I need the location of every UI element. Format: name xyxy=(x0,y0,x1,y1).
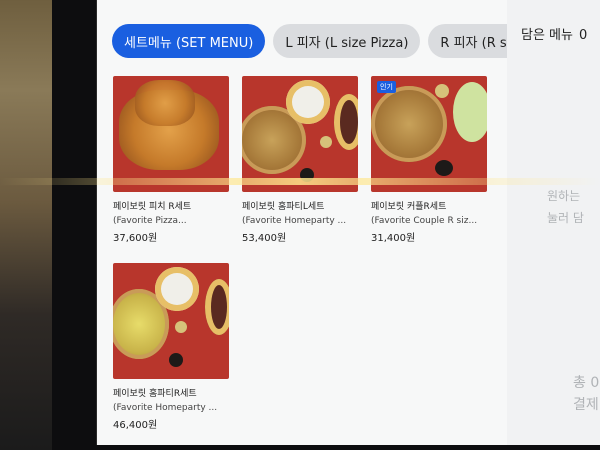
cart-count: 0 xyxy=(578,28,588,43)
bowl-graphic xyxy=(286,80,330,124)
menu-card[interactable]: 페이보릿 홈파티L세트 (Favorite Homeparty ... 53,4… xyxy=(242,76,358,246)
cart-empty-line: 눌러 담 xyxy=(547,211,584,225)
menu-item-price: 46,400원 xyxy=(113,420,158,431)
menu-item-price: 31,400원 xyxy=(371,233,416,244)
kiosk-screen: 세트메뉴 (SET MENU) L 피자 (L size Pizza) R 피자… xyxy=(97,0,600,445)
side-dish-graphic xyxy=(435,84,449,98)
cart-title: 담은 메뉴 0 xyxy=(521,24,587,43)
side-dish-graphic xyxy=(320,136,332,148)
popular-badge: 인기 xyxy=(377,81,396,93)
fried-chicken-graphic xyxy=(135,80,195,126)
cart-empty-message: 원하는 눌러 담 xyxy=(547,185,584,229)
pizza-graphic xyxy=(371,86,447,162)
cart-empty-line: 원하는 xyxy=(547,189,581,203)
ribs-graphic xyxy=(334,94,358,150)
menu-card[interactable]: 페이보릿 홈파티R세트 (Favorite Homeparty ... 46,4… xyxy=(113,263,229,433)
menu-item-subtitle: (Favorite Couple R siz... xyxy=(371,216,478,226)
side-dish-graphic xyxy=(435,160,453,176)
menu-item-subtitle: (Favorite Homeparty ... xyxy=(113,403,218,413)
cart-total-line: 총 0 xyxy=(573,375,600,391)
menu-item-image xyxy=(113,76,229,192)
salad-graphic xyxy=(453,82,487,142)
bowl-graphic xyxy=(155,267,199,311)
menu-item-name: 페이보릿 홈파티R세트 xyxy=(113,389,197,399)
cart-total: 총 0 결제 xyxy=(573,372,599,416)
tab-l-size-pizza[interactable]: L 피자 (L size Pizza) xyxy=(273,24,421,58)
category-tabs: 세트메뉴 (SET MENU) L 피자 (L size Pizza) R 피자… xyxy=(112,24,550,58)
menu-card[interactable]: 페이보릿 피치 R세트 (Favorite Pizza... 37,600원 xyxy=(113,76,229,246)
menu-item-image xyxy=(113,263,229,379)
side-dish-graphic xyxy=(169,353,183,367)
menu-item-subtitle: (Favorite Pizza... xyxy=(113,216,187,226)
menu-item-name: 페이보릿 피치 R세트 xyxy=(113,202,192,212)
cart-panel: 담은 메뉴 0 원하는 눌러 담 총 0 결제 xyxy=(507,0,600,445)
menu-item-price: 53,400원 xyxy=(242,233,287,244)
side-dish-graphic xyxy=(175,321,187,333)
menu-item-subtitle: (Favorite Homeparty ... xyxy=(242,216,347,226)
menu-item-price: 37,600원 xyxy=(113,233,158,244)
menu-item-name: 페이보릿 커플R세트 xyxy=(371,202,447,212)
menu-card[interactable]: 인기 페이보릿 커플R세트 (Favorite Couple R siz... … xyxy=(371,76,487,246)
cart-title-label: 담은 메뉴 xyxy=(521,28,573,43)
menu-item-image: 인기 xyxy=(371,76,487,192)
cart-payment-line: 결제 xyxy=(573,397,599,413)
menu-item-name: 페이보릿 홈파티L세트 xyxy=(242,202,325,212)
ribs-graphic xyxy=(205,279,229,335)
side-dish-graphic xyxy=(300,168,314,182)
menu-item-image xyxy=(242,76,358,192)
tab-set-menu[interactable]: 세트메뉴 (SET MENU) xyxy=(112,24,266,58)
